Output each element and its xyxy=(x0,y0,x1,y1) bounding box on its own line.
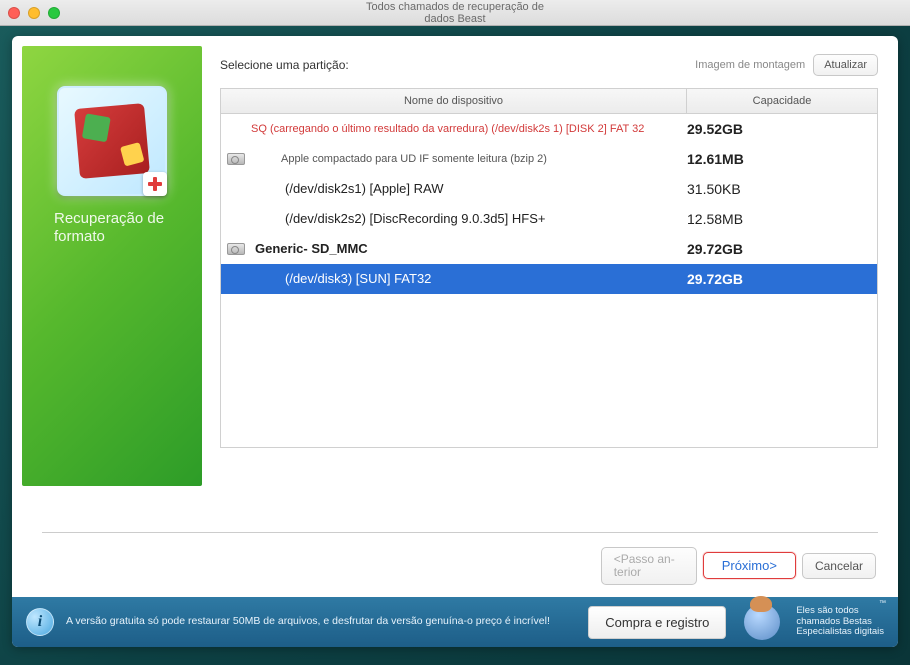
disk-icon xyxy=(227,153,245,165)
table-row[interactable]: SQ (carregando o último resultado da var… xyxy=(221,114,877,144)
close-icon[interactable] xyxy=(8,7,20,19)
mount-image-button[interactable]: Imagem de montagem xyxy=(695,59,805,71)
table-row-selected[interactable]: (/dev/disk3) [SUN] FAT32 29.72GB xyxy=(221,264,877,294)
wizard-nav: <Passo an-terior Próximo> Cancelar xyxy=(12,533,898,597)
minimize-icon[interactable] xyxy=(28,7,40,19)
device-name: Generic- SD_MMC xyxy=(251,241,687,256)
main-panel: Recuperação de formato Selecione uma par… xyxy=(12,36,898,647)
partition-table: Nome do dispositivo Capacidade SQ (carre… xyxy=(220,88,878,448)
device-capacity: 29.72GB xyxy=(687,241,877,257)
info-icon: i xyxy=(26,608,54,636)
previous-button[interactable]: <Passo an-terior xyxy=(601,547,697,585)
mascot-line3: Especialistas digitais xyxy=(796,626,884,637)
table-header: Nome do dispositivo Capacidade xyxy=(221,89,877,114)
app-icon xyxy=(57,86,167,196)
device-name: (/dev/disk2s2) [DiscRecording 9.0.3d5] H… xyxy=(251,211,687,226)
window-controls xyxy=(8,7,60,19)
footer-bar: i A versão gratuita só pode restaurar 50… xyxy=(12,597,898,647)
device-name: (/dev/disk3) [SUN] FAT32 xyxy=(251,271,687,286)
device-capacity: 29.52GB xyxy=(687,121,877,137)
select-partition-label: Selecione uma partição: xyxy=(220,58,349,72)
buy-register-button[interactable]: Compra e registro xyxy=(588,606,726,639)
cancel-button[interactable]: Cancelar xyxy=(802,553,876,579)
col-capacity[interactable]: Capacidade xyxy=(687,89,877,113)
sidebar: Recuperação de formato xyxy=(22,46,202,486)
content-area: Selecione uma partição: Imagem de montag… xyxy=(202,46,878,514)
device-name: (/dev/disk2s1) [Apple] RAW xyxy=(251,181,687,196)
next-button[interactable]: Próximo> xyxy=(703,552,796,579)
mascot-icon xyxy=(744,604,780,640)
table-row[interactable]: (/dev/disk2s1) [Apple] RAW 31.50KB xyxy=(221,174,877,204)
window-title-line2: dados Beast xyxy=(0,13,910,25)
trademark-symbol: ™ xyxy=(879,600,886,608)
recovery-cross-icon xyxy=(143,172,167,196)
window-title: Todos chamados de recuperação de dados B… xyxy=(0,0,910,25)
maximize-icon[interactable] xyxy=(48,7,60,19)
sidebar-title: Recuperação de formato xyxy=(40,210,202,246)
mascot-line1: Eles são todos xyxy=(796,605,858,616)
mascot-caption: ™ Eles são todos chamados Bestas Especia… xyxy=(796,606,884,639)
table-row[interactable]: Generic- SD_MMC 29.72GB xyxy=(221,234,877,264)
mascot-line2: chamados Bestas xyxy=(796,616,872,627)
device-capacity: 12.61MB xyxy=(687,151,877,167)
refresh-button[interactable]: Atualizar xyxy=(813,54,878,76)
disk-icon xyxy=(227,243,245,255)
col-device-name[interactable]: Nome do dispositivo xyxy=(221,89,687,113)
table-row[interactable]: Apple compactado para UD IF somente leit… xyxy=(221,144,877,174)
app-icon-graphic xyxy=(74,103,150,179)
titlebar: Todos chamados de recuperação de dados B… xyxy=(0,0,910,26)
table-row[interactable]: (/dev/disk2s2) [DiscRecording 9.0.3d5] H… xyxy=(221,204,877,234)
trial-message: A versão gratuita só pode restaurar 50MB… xyxy=(66,615,576,628)
device-capacity: 29.72GB xyxy=(687,271,877,287)
device-name: Apple compactado para UD IF somente leit… xyxy=(251,153,687,165)
table-body[interactable]: SQ (carregando o último resultado da var… xyxy=(221,114,877,447)
device-name: SQ (carregando o último resultado da var… xyxy=(251,123,687,135)
device-capacity: 31.50KB xyxy=(687,181,877,197)
window-title-line1: Todos chamados de recuperação de xyxy=(0,1,910,13)
device-capacity: 12.58MB xyxy=(687,211,877,227)
